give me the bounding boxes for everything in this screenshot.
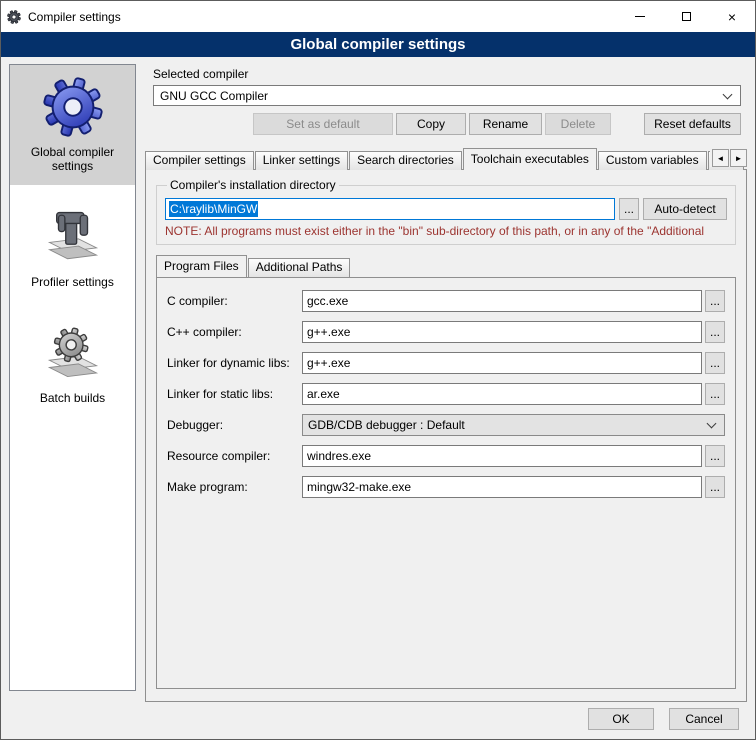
linker-dynamic-input[interactable] bbox=[302, 352, 702, 374]
tab-scroll-left-button[interactable]: ◄ bbox=[712, 149, 729, 167]
field-row-linker-dynamic: Linker for dynamic libs: ... bbox=[167, 352, 725, 374]
main-column: Selected compiler GNU GCC Compiler Set a… bbox=[145, 64, 747, 702]
installation-directory-group: Compiler's installation directory C:\ray… bbox=[156, 178, 736, 245]
selected-compiler-label: Selected compiler bbox=[153, 67, 747, 81]
debugger-value: GDB/CDB debugger : Default bbox=[308, 418, 465, 432]
chevron-down-icon bbox=[707, 419, 717, 429]
installation-directory-input[interactable]: C:\raylib\MinGW bbox=[165, 198, 615, 220]
profiler-tool-icon bbox=[14, 203, 131, 271]
debugger-select[interactable]: GDB/CDB debugger : Default bbox=[302, 414, 725, 436]
cpp-compiler-input[interactable] bbox=[302, 321, 702, 343]
sidebar-item-label: Batch builds bbox=[14, 391, 131, 405]
rename-button[interactable]: Rename bbox=[469, 113, 542, 135]
resource-compiler-input[interactable] bbox=[302, 445, 702, 467]
tab-scroll-buttons: ◄ ► bbox=[710, 149, 747, 167]
tab-program-files[interactable]: Program Files bbox=[156, 255, 247, 277]
tab-custom-variables[interactable]: Custom variables bbox=[598, 151, 707, 170]
close-button[interactable]: × bbox=[709, 1, 755, 32]
copy-button[interactable]: Copy bbox=[396, 113, 466, 135]
toolchain-executables-panel: Compiler's installation directory C:\ray… bbox=[145, 169, 747, 702]
cpp-compiler-label: C++ compiler: bbox=[167, 325, 302, 339]
tab-additional-paths[interactable]: Additional Paths bbox=[248, 258, 351, 277]
app-icon bbox=[7, 10, 21, 24]
window-controls: × bbox=[617, 1, 755, 32]
make-program-browse-button[interactable]: ... bbox=[705, 476, 725, 498]
compiler-actions: Set as default Copy Rename Delete Reset … bbox=[153, 113, 741, 135]
blue-gear-icon bbox=[14, 73, 131, 141]
tab-search-directories[interactable]: Search directories bbox=[349, 151, 462, 170]
bin-subdirectory-note: NOTE: All programs must exist either in … bbox=[165, 224, 727, 238]
make-program-label: Make program: bbox=[167, 480, 302, 494]
linker-static-label: Linker for static libs: bbox=[167, 387, 302, 401]
chevron-down-icon bbox=[723, 89, 733, 99]
arrow-right-icon: ► bbox=[735, 154, 743, 163]
resource-compiler-label: Resource compiler: bbox=[167, 449, 302, 463]
c-compiler-input[interactable] bbox=[302, 290, 702, 312]
close-icon: × bbox=[728, 10, 736, 24]
linker-dynamic-browse-button[interactable]: ... bbox=[705, 352, 725, 374]
dialog-footer: OK Cancel bbox=[588, 708, 739, 730]
installation-directory-legend: Compiler's installation directory bbox=[167, 178, 339, 192]
auto-detect-button[interactable]: Auto-detect bbox=[643, 198, 727, 220]
selected-compiler-select[interactable]: GNU GCC Compiler bbox=[153, 85, 741, 106]
tab-compiler-settings[interactable]: Compiler settings bbox=[145, 151, 254, 170]
selected-compiler-value: GNU GCC Compiler bbox=[160, 89, 268, 103]
resource-compiler-browse-button[interactable]: ... bbox=[705, 445, 725, 467]
tab-toolchain-executables[interactable]: Toolchain executables bbox=[463, 148, 597, 170]
sidebar-item-profiler-settings[interactable]: Profiler settings bbox=[10, 195, 135, 301]
cpp-compiler-browse-button[interactable]: ... bbox=[705, 321, 725, 343]
cancel-button[interactable]: Cancel bbox=[669, 708, 739, 730]
minimize-button[interactable] bbox=[617, 1, 663, 32]
ok-button[interactable]: OK bbox=[588, 708, 654, 730]
set-as-default-button[interactable]: Set as default bbox=[253, 113, 393, 135]
debugger-label: Debugger: bbox=[167, 418, 302, 432]
minimize-icon bbox=[635, 16, 645, 17]
linker-static-browse-button[interactable]: ... bbox=[705, 383, 725, 405]
field-row-c-compiler: C compiler: ... bbox=[167, 290, 725, 312]
page-title: Global compiler settings bbox=[1, 32, 755, 57]
window-title: Compiler settings bbox=[28, 10, 121, 24]
arrow-left-icon: ◄ bbox=[717, 154, 725, 163]
tab-scroll-right-button[interactable]: ► bbox=[730, 149, 747, 167]
gray-gear-layers-icon bbox=[14, 319, 131, 387]
c-compiler-label: C compiler: bbox=[167, 294, 302, 308]
field-row-cpp-compiler: C++ compiler: ... bbox=[167, 321, 725, 343]
field-row-make-program: Make program: ... bbox=[167, 476, 725, 498]
maximize-button[interactable] bbox=[663, 1, 709, 32]
program-files-panel: C compiler: ... C++ compiler: ... bbox=[156, 277, 736, 689]
installation-directory-browse-button[interactable]: ... bbox=[619, 198, 639, 220]
field-row-resource-compiler: Resource compiler: ... bbox=[167, 445, 725, 467]
compiler-settings-window: Compiler settings × Global compiler sett… bbox=[0, 0, 756, 740]
linker-dynamic-label: Linker for dynamic libs: bbox=[167, 356, 302, 370]
installation-directory-row: C:\raylib\MinGW ... Auto-detect bbox=[165, 198, 727, 220]
make-program-input[interactable] bbox=[302, 476, 702, 498]
sidebar-item-label: Global compiler settings bbox=[14, 145, 131, 173]
linker-static-input[interactable] bbox=[302, 383, 702, 405]
sidebar-item-label: Profiler settings bbox=[14, 275, 131, 289]
reset-defaults-button[interactable]: Reset defaults bbox=[644, 113, 741, 135]
content-area: Global compiler settings bbox=[1, 57, 755, 702]
settings-tabbar: Compiler settings Linker settings Search… bbox=[145, 147, 747, 170]
field-row-debugger: Debugger: GDB/CDB debugger : Default bbox=[167, 414, 725, 436]
titlebar: Compiler settings × bbox=[1, 1, 755, 32]
tab-linker-settings[interactable]: Linker settings bbox=[255, 151, 348, 170]
field-row-linker-static: Linker for static libs: ... bbox=[167, 383, 725, 405]
sidebar-item-batch-builds[interactable]: Batch builds bbox=[10, 311, 135, 417]
installation-directory-value: C:\raylib\MinGW bbox=[169, 201, 258, 217]
delete-button[interactable]: Delete bbox=[545, 113, 611, 135]
sidebar-item-global-compiler-settings[interactable]: Global compiler settings bbox=[10, 65, 135, 185]
maximize-icon bbox=[682, 12, 691, 21]
program-files-tabbar: Program Files Additional Paths bbox=[156, 254, 746, 277]
c-compiler-browse-button[interactable]: ... bbox=[705, 290, 725, 312]
settings-category-list: Global compiler settings bbox=[9, 64, 136, 691]
